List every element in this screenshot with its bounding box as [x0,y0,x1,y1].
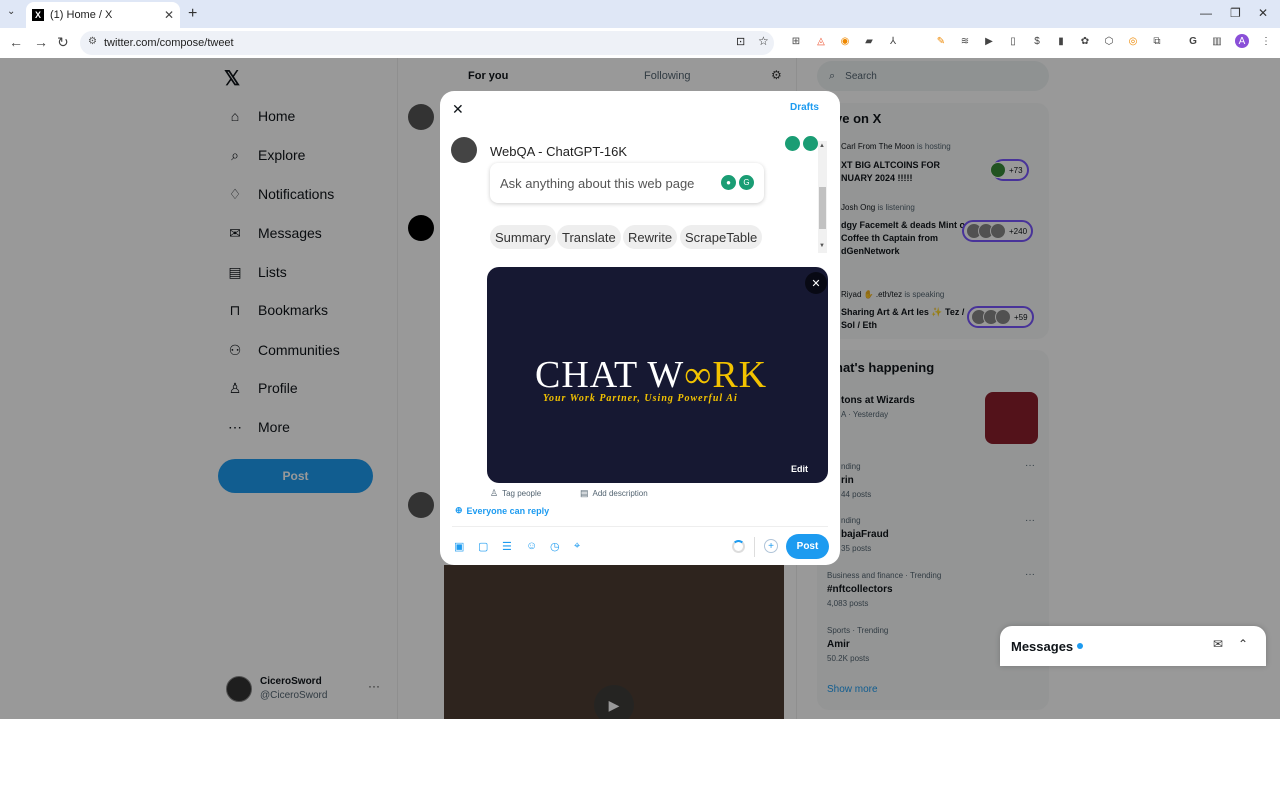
side-panel-icon[interactable]: ▥ [1210,34,1224,48]
bulb-icon[interactable]: ● [721,175,736,190]
location-icon[interactable]: ⌖ [574,540,580,553]
profile-avatar-icon[interactable]: A [1235,34,1249,48]
webqa-scrollbar[interactable]: ▲ ▼ [818,141,827,253]
browser-tab[interactable]: X (1) Home / X ✕ [26,2,180,28]
extension-icon[interactable]: ◉ [838,34,852,48]
extension-icon[interactable]: ▮ [1054,34,1068,48]
divider [754,537,755,557]
close-icon[interactable]: ✕ [452,101,464,118]
messages-dock-title: Messages [1011,638,1074,654]
install-icon[interactable]: ⊡ [736,35,745,48]
translate-button[interactable]: Translate [557,225,621,249]
globe-icon: ⊕ [455,505,463,515]
scrollbar-thumb[interactable] [819,187,826,229]
schedule-icon[interactable]: ◷ [550,540,560,553]
webqa-title: WebQA - ChatGPT-16K [490,144,628,159]
browser-toolbar: ← → ↻ ⚙ twitter.com/compose/tweet ⊡ ☆ ⊞ … [0,28,1280,58]
unread-dot [1077,643,1084,649]
extension-icon[interactable]: ⅄ [886,34,900,48]
webqa-ask-input[interactable]: Ask anything about this web page ● G [490,163,764,203]
attached-media: CHAT W∞RK Your Work Partner, Using Power… [487,267,828,483]
restore-icon[interactable]: ❐ [1230,6,1241,20]
extensions-puzzle-icon[interactable]: ⧉ [1150,34,1164,48]
forward-icon[interactable]: → [34,34,48,50]
description-icon: ▤ [580,488,589,498]
chatwork-logo: CHAT W∞RK [535,354,768,396]
scroll-up-icon[interactable]: ▲ [819,143,825,149]
window-close-icon[interactable]: ✕ [1258,6,1268,20]
messages-dock[interactable]: Messages ✉ ⌃ [1000,626,1266,666]
avatar [451,137,477,163]
summary-button[interactable]: Summary [490,225,556,249]
extension-icon[interactable]: ▶ [982,34,996,48]
bookmark-star-icon[interactable]: ☆ [758,34,769,48]
extension-icon[interactable]: ✎ [934,34,948,48]
url-text: twitter.com/compose/tweet [104,37,234,49]
new-tab-icon[interactable]: + [188,5,197,23]
reply-setting-button[interactable]: ⊕ Everyone can reply [455,505,549,516]
compose-dialog: ✕ Drafts WebQA - ChatGPT-16K Ask anythin… [440,91,840,565]
extension-icon[interactable]: ◬ [814,34,828,48]
browser-chrome: ⌄ X (1) Home / X ✕ + — ❐ ✕ ← → ↻ ⚙ twitt… [0,0,1280,58]
tab-title: (1) Home / X [50,9,113,21]
extension-icon[interactable]: ✿ [1078,34,1092,48]
rewrite-button[interactable]: Rewrite [623,225,678,249]
extension-icon[interactable]: ⊞ [789,34,803,48]
add-post-icon[interactable]: + [764,539,778,553]
person-icon: ♙ [490,488,499,498]
post-button[interactable]: Post [786,534,829,559]
drafts-button[interactable]: Drafts [790,102,819,113]
address-bar[interactable]: ⚙ twitter.com/compose/tweet ⊡ ☆ [80,31,774,55]
scrapetable-button[interactable]: ScrapeTable [680,225,763,249]
edit-media-button[interactable]: Edit [791,464,808,474]
scroll-down-icon[interactable]: ▼ [819,243,825,249]
expand-icon[interactable]: ⌃ [1238,637,1248,651]
divider [452,526,828,527]
site-info-icon[interactable]: ⚙ [88,36,97,47]
extension-icon[interactable]: ⬡ [1102,34,1116,48]
remove-media-icon[interactable]: ✕ [805,272,827,294]
extension-icon[interactable]: ▯ [1006,34,1020,48]
char-count-ring [732,540,745,553]
tab-strip: ⌄ X (1) Home / X ✕ + — ❐ ✕ [0,0,1280,28]
grammarly-icon[interactable]: G [739,175,754,190]
emoji-icon[interactable]: ☺ [526,540,537,552]
add-description-button[interactable]: ▤ Add description [580,488,648,499]
new-message-icon[interactable]: ✉ [1213,637,1223,651]
extension-icon[interactable]: ▰ [862,34,876,48]
tab-search-icon[interactable]: ⌄ [7,6,15,17]
reload-icon[interactable]: ↻ [57,34,69,51]
chatwork-tagline: Your Work Partner, Using Powerful Ai [543,393,738,404]
browser-menu-icon[interactable]: ⋮ [1259,34,1273,48]
extension-icon[interactable]: ≋ [958,34,972,48]
tag-people-button[interactable]: ♙ Tag people [490,488,541,499]
minimize-icon[interactable]: — [1200,6,1212,20]
extension-icon[interactable]: ◎ [1126,34,1140,48]
x-favicon-icon: X [32,9,44,21]
tab-close-icon[interactable]: ✕ [164,8,174,22]
extension-icon[interactable]: $ [1030,34,1044,48]
grammarly-icon[interactable]: G [1186,34,1200,48]
webqa-placeholder: Ask anything about this web page [500,175,695,191]
gif-icon[interactable]: ▢ [478,540,488,553]
back-icon[interactable]: ← [9,34,23,50]
media-icon[interactable]: ▣ [454,540,464,553]
webqa-panel: WebQA - ChatGPT-16K Ask anything about t… [486,141,826,253]
poll-icon[interactable]: ☰ [502,540,512,553]
